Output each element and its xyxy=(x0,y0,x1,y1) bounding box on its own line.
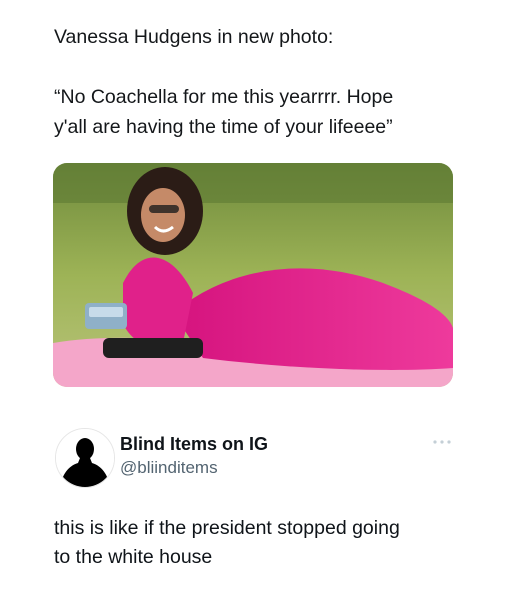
more-options-icon[interactable] xyxy=(432,434,452,444)
post-photo[interactable] xyxy=(53,163,453,387)
avatar-silhouette xyxy=(56,429,114,487)
tweet-line: this is like if the president stopped go… xyxy=(54,517,400,539)
quoted-post-line: Vanessa Hudgens in new photo: xyxy=(54,26,334,48)
quoted-post-line: “No Coachella for me this yearrrr. Hope xyxy=(54,86,394,108)
author-display-name[interactable]: Blind Items on IG xyxy=(120,434,268,455)
ellipsis-icon xyxy=(433,440,451,444)
tweet-text: this is like if the president stopped go… xyxy=(54,514,474,572)
tweet-line: to the white house xyxy=(54,546,213,568)
silhouette-avatar-icon[interactable] xyxy=(55,428,115,488)
quoted-post-text: Vanessa Hudgens in new photo: “No Coache… xyxy=(54,22,474,142)
photo-illustration xyxy=(53,163,453,387)
author-handle[interactable]: @bliinditems xyxy=(120,458,218,478)
quoted-post-line: y'all are having the time of your lifeee… xyxy=(54,116,393,138)
